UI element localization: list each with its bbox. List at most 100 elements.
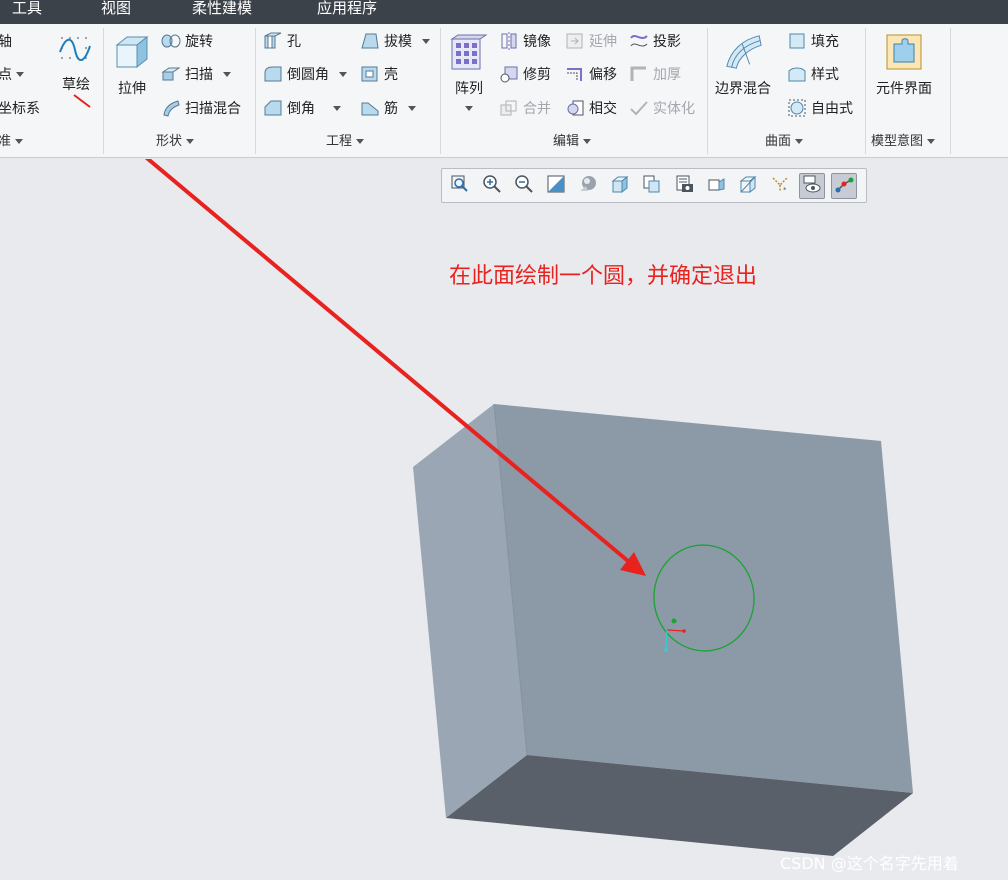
watermark: CSDN @这个名字先用着 — [780, 854, 959, 873]
rib-icon — [360, 98, 380, 118]
editing-group-label[interactable]: 编辑 — [553, 132, 592, 152]
point-dropdown-icon[interactable] — [16, 71, 24, 77]
project-button[interactable]: 投影 — [629, 28, 681, 54]
solidify-label: 实体化 — [653, 101, 695, 117]
trim-button[interactable]: 修剪 — [499, 61, 551, 87]
revolve-icon — [161, 31, 181, 51]
model-intent-group-label[interactable]: 模型意图 — [871, 132, 936, 152]
chamfer-label: 倒角 — [287, 101, 315, 117]
boundary-blend-button[interactable]: 边界混合 — [715, 32, 771, 98]
mirror-button[interactable]: 镜像 — [499, 28, 551, 54]
round-icon — [263, 64, 283, 84]
chamfer-dropdown-icon[interactable] — [333, 105, 341, 111]
box-front-face[interactable] — [494, 404, 913, 793]
menu-flexible-modeling[interactable]: 柔性建模 — [192, 0, 252, 24]
point-button[interactable]: 点 — [0, 61, 24, 87]
sketch-label: 草绘 — [62, 77, 90, 93]
swept-blend-icon — [161, 98, 181, 118]
merge-icon — [499, 98, 519, 118]
sketch-icon — [56, 32, 96, 72]
fill-icon — [787, 31, 807, 51]
chevron-down-icon — [186, 139, 195, 144]
chevron-down-icon — [583, 139, 592, 144]
offset-label: 偏移 — [589, 67, 617, 83]
draft-button[interactable]: 拔模 — [360, 28, 430, 54]
shapes-group-label[interactable]: 形状 — [156, 132, 195, 152]
axis-label: 轴 — [0, 34, 12, 50]
shell-icon — [360, 64, 380, 84]
project-label: 投影 — [653, 34, 681, 50]
menu-tools[interactable]: 工具 — [12, 0, 42, 24]
offset-button[interactable]: 偏移 — [565, 61, 617, 87]
intersect-icon — [565, 98, 585, 118]
annotation-arrow-start — [73, 94, 91, 108]
extend-button[interactable]: 延伸 — [565, 28, 617, 54]
rib-dropdown-icon[interactable] — [408, 105, 416, 111]
extrude-icon — [112, 32, 152, 72]
thicken-label: 加厚 — [653, 67, 681, 83]
round-dropdown-icon[interactable] — [339, 71, 347, 77]
component-interface-icon — [884, 32, 924, 72]
shell-label: 壳 — [384, 67, 398, 83]
coordinate-system-label: 坐标系 — [0, 101, 40, 117]
sweep-dropdown-icon[interactable] — [223, 71, 231, 77]
revolve-button[interactable]: 旋转 — [161, 28, 213, 54]
intersect-button[interactable]: 相交 — [565, 95, 617, 121]
shell-button[interactable]: 壳 — [360, 61, 398, 87]
fill-label: 填充 — [811, 34, 839, 50]
thicken-button[interactable]: 加厚 — [629, 61, 681, 87]
chamfer-button[interactable]: 倒角 — [263, 95, 341, 121]
pattern-dropdown-icon[interactable] — [465, 106, 473, 111]
menu-view[interactable]: 视图 — [101, 0, 131, 24]
sweep-button[interactable]: 扫描 — [161, 61, 231, 87]
datum-group-label[interactable]: 准 — [0, 132, 24, 152]
group-divider — [865, 28, 866, 154]
rib-button[interactable]: 筋 — [360, 95, 416, 121]
intersect-label: 相交 — [589, 101, 617, 117]
freestyle-label: 自由式 — [811, 101, 853, 117]
mirror-label: 镜像 — [523, 34, 551, 50]
chevron-down-icon — [795, 139, 804, 144]
style-button[interactable]: 样式 — [787, 61, 839, 87]
axis-button[interactable]: 轴 — [0, 28, 12, 54]
swept-blend-label: 扫描混合 — [185, 101, 241, 117]
menu-bar: 工具 视图 柔性建模 应用程序 — [0, 0, 1008, 24]
swept-blend-button[interactable]: 扫描混合 — [161, 95, 241, 121]
hole-button[interactable]: 孔 — [263, 28, 301, 54]
group-divider — [707, 28, 708, 154]
surfaces-group-label[interactable]: 曲面 — [765, 132, 804, 152]
hole-label: 孔 — [287, 34, 301, 50]
group-divider — [255, 28, 256, 154]
merge-label: 合并 — [523, 101, 551, 117]
extend-icon — [565, 31, 585, 51]
point-label: 点 — [0, 67, 12, 83]
round-button[interactable]: 倒圆角 — [263, 61, 347, 87]
annotation-text: 在此面绘制一个圆，并确定退出 — [449, 264, 758, 289]
group-divider — [103, 28, 104, 154]
round-label: 倒圆角 — [287, 67, 329, 83]
thicken-icon — [629, 64, 649, 84]
mirror-icon — [499, 31, 519, 51]
style-icon — [787, 64, 807, 84]
revolve-label: 旋转 — [185, 34, 213, 50]
chevron-down-icon — [927, 139, 936, 144]
coordinate-system-button[interactable]: 坐标系 — [0, 95, 40, 121]
freestyle-icon — [787, 98, 807, 118]
menu-applications[interactable]: 应用程序 — [317, 0, 377, 24]
group-divider — [950, 28, 951, 154]
engineering-group-label[interactable]: 工程 — [326, 132, 365, 152]
merge-button[interactable]: 合并 — [499, 95, 551, 121]
draft-icon — [360, 31, 380, 51]
solidify-button[interactable]: 实体化 — [629, 95, 695, 121]
pattern-button[interactable]: 阵列 — [449, 32, 489, 111]
sweep-label: 扫描 — [185, 67, 213, 83]
fill-button[interactable]: 填充 — [787, 28, 839, 54]
extrude-button[interactable]: 拉伸 — [112, 32, 152, 98]
component-interface-button[interactable]: 元件界面 — [876, 32, 932, 98]
boundary-blend-label: 边界混合 — [715, 81, 771, 97]
offset-icon — [565, 64, 585, 84]
style-label: 样式 — [811, 67, 839, 83]
freestyle-button[interactable]: 自由式 — [787, 95, 853, 121]
draft-dropdown-icon[interactable] — [422, 38, 430, 44]
sketch-button[interactable]: 草绘 — [56, 32, 96, 94]
